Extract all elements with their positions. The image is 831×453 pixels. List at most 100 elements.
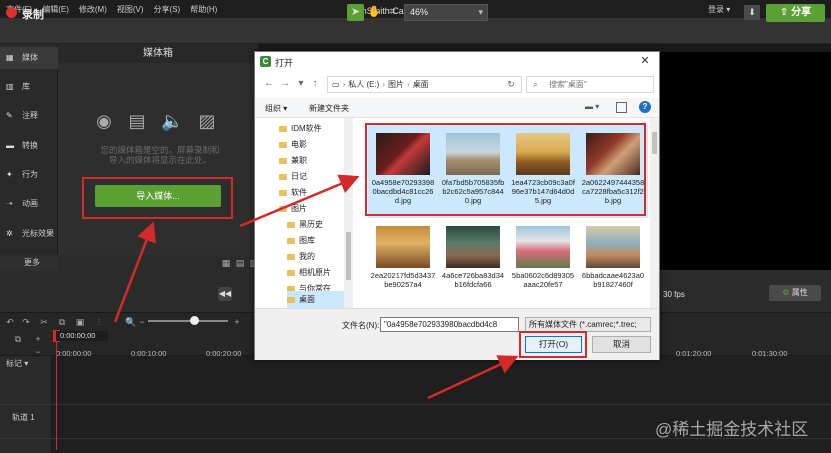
zoom-select[interactable]: 46% ▾ — [404, 4, 488, 21]
rail-item-label: 行为 — [22, 170, 38, 179]
change-view-icon[interactable]: ▬ ▾ — [585, 102, 609, 114]
redo-icon[interactable]: ↷ — [20, 316, 32, 328]
tree-item-label: 软件 — [291, 188, 307, 197]
breadcrumb-drive[interactable]: 私人 (E:) — [348, 80, 379, 89]
properties-button[interactable]: ⚙ 属性 — [769, 285, 821, 301]
timeline-zoom-slider[interactable] — [148, 320, 228, 322]
cut-icon[interactable]: ✂ — [38, 316, 50, 328]
tree-item[interactable]: 黑历史 — [287, 216, 344, 233]
tree-item-label: 相机原片 — [299, 268, 331, 277]
playhead[interactable] — [56, 330, 57, 450]
tree-item[interactable]: 图库 — [287, 232, 344, 249]
image-thumbnail — [586, 226, 640, 268]
image-thumbnail — [446, 226, 500, 268]
tree-item[interactable]: 电影 — [279, 136, 353, 153]
filename-label: 文件名(N): — [342, 321, 380, 330]
audio-icon: 🔈 — [161, 111, 184, 131]
rail-item-behavior[interactable]: ✦ 行为 — [0, 164, 58, 186]
tree-item[interactable]: IDM软件 — [279, 120, 353, 137]
tree-item-label: 图片 — [291, 204, 307, 213]
folder-icon — [287, 253, 295, 260]
preview-pane-icon[interactable] — [616, 102, 627, 113]
marker-track-label[interactable]: 标记 ▾ — [6, 358, 52, 369]
rail-item-transition[interactable]: ▬ 转换 — [0, 135, 58, 157]
file-name: 5ba0602c6d89305aaac20fe57 — [511, 271, 575, 289]
undo-icon[interactable]: ↶ — [4, 316, 16, 328]
track-lock-icon[interactable]: ⧉ — [12, 333, 24, 345]
media-bin-title: 媒体箱 — [58, 44, 258, 63]
folder-icon — [279, 157, 287, 164]
filename-input[interactable]: "0a4958e702933980bacdbd4c8 — [380, 317, 519, 332]
add-track-icon[interactable]: + — [32, 333, 44, 345]
breadcrumb-pictures[interactable]: 图片 — [388, 80, 404, 89]
download-icon[interactable]: ⬇ — [744, 5, 760, 20]
tree-item[interactable]: 软件 — [279, 184, 353, 201]
zoom-value: 46% — [410, 7, 429, 17]
search-input[interactable]: ⌕ 搜索"桌面" — [526, 76, 654, 93]
rail-item-cursor-effect[interactable]: ✲ 光标效果 — [0, 223, 58, 245]
rail-item-library[interactable]: ▥ 库 — [0, 76, 58, 98]
tree-item[interactable]: 兼职 — [279, 152, 353, 169]
file-item[interactable]: 6bbadcaae4623a0b91827460f — [578, 218, 648, 311]
search-placeholder: 搜索"桌面" — [549, 80, 587, 89]
split-icon[interactable]: ⫶ — [93, 316, 105, 328]
rail-item-animation[interactable]: ➝ 动画 — [0, 193, 58, 215]
record-icon[interactable] — [6, 7, 17, 18]
folder-icon — [287, 237, 295, 244]
highlight-box — [519, 331, 587, 358]
rail-item-annotation[interactable]: ✎ 注释 — [0, 105, 58, 127]
file-item[interactable]: 5ba0602c6d89305aaac20fe57 — [508, 218, 578, 311]
login-button[interactable]: 登录 ▾ — [708, 4, 730, 15]
select-tool-icon[interactable]: ➤ — [347, 4, 364, 21]
dialog-close-icon[interactable]: ✕ — [636, 54, 654, 68]
tree-scrollbar-thumb[interactable] — [346, 232, 351, 280]
properties-label: 属性 — [791, 288, 808, 297]
folder-icon — [279, 125, 287, 132]
chevron-down-icon: ▾ — [478, 7, 483, 17]
zoom-in-icon[interactable]: + — [231, 316, 243, 328]
share-button[interactable]: ⇧ 分享 — [766, 4, 825, 22]
rail-item-media[interactable]: ▦ 媒体 — [0, 47, 58, 69]
refresh-icon[interactable]: ↻ — [504, 77, 518, 91]
organize-menu[interactable]: 组织 ▾ — [265, 103, 287, 114]
tree-item-label: 电影 — [291, 140, 307, 149]
tree-item[interactable]: 日记 — [279, 168, 353, 185]
preview-canvas[interactable] — [640, 52, 831, 270]
zoom-out-icon[interactable]: − — [136, 316, 148, 328]
video-icon: ▤ — [128, 111, 146, 131]
new-folder-button[interactable]: 新建文件夹 — [309, 103, 349, 114]
more-button[interactable]: 更多 — [0, 255, 58, 271]
tree-item[interactable]: 相机原片 — [287, 264, 344, 281]
file-list-scrollbar-thumb[interactable] — [652, 132, 657, 154]
tree-item[interactable]: 图片 — [279, 200, 353, 217]
record-button[interactable]: 录制 — [22, 6, 44, 22]
recent-dropdown-icon[interactable]: ▾ — [295, 78, 307, 90]
list-view-icon[interactable]: ▤ — [235, 258, 245, 268]
rail-item-label: 注释 — [22, 111, 38, 120]
cancel-button[interactable]: 取消 — [592, 336, 651, 353]
file-item[interactable]: 2ea20217fd5d3437be90257a4 — [368, 218, 438, 311]
folder-icon — [279, 205, 287, 212]
address-bar[interactable]: ▭ › 私人 (E:) › 图片 › 桌面 — [327, 76, 522, 93]
grid-view-icon[interactable]: ▦ — [221, 258, 231, 268]
share-label: 分享 — [791, 7, 812, 18]
tree-item-label: 兼职 — [291, 156, 307, 165]
crop-tool-icon[interactable]: ⌗ — [384, 4, 401, 21]
track-divider — [0, 404, 831, 405]
breadcrumb-desktop[interactable]: 桌面 — [413, 80, 429, 89]
command-bar: 组织 ▾ 新建文件夹 ▬ ▾ ? — [255, 98, 659, 118]
file-type-select[interactable]: 所有媒体文件 (*.camrec;*.trec; — [525, 317, 651, 332]
help-icon[interactable]: ? — [639, 101, 651, 113]
timeline-zoom-knob[interactable] — [190, 316, 199, 325]
paste-icon[interactable]: ▣ — [74, 316, 86, 328]
copy-icon[interactable]: ⧉ — [56, 316, 68, 328]
step-back-icon[interactable]: ◀◀ — [218, 287, 232, 301]
up-icon[interactable]: ↑ — [309, 78, 321, 90]
tree-item-selected[interactable]: 桌面 — [287, 291, 344, 308]
image-icon: ▨ — [198, 111, 216, 131]
pan-tool-icon[interactable]: ✋ — [366, 4, 383, 21]
tree-item[interactable]: 我的 — [287, 248, 344, 265]
forward-icon[interactable]: → — [279, 78, 291, 90]
back-icon[interactable]: ← — [263, 78, 275, 90]
file-item[interactable]: 4a6ce726ba83d34b16fdcfa66 — [438, 218, 508, 311]
